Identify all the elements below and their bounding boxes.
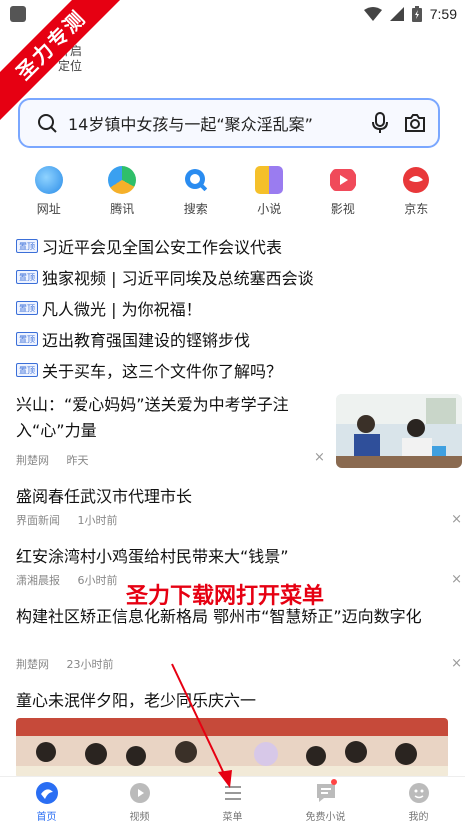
pinned-title: 凡人微光 | 为你祝福！ xyxy=(42,299,202,319)
news-title: 兴山：“爱心妈妈”送关爱为中考学子注入“心”力量 xyxy=(16,395,289,440)
search-icon xyxy=(184,169,209,193)
pinned-tag: 置顶 xyxy=(16,300,38,315)
news-thumbnail xyxy=(336,394,462,468)
pinned-tag: 置顶 xyxy=(16,269,38,284)
news-source: 潇湘晨报 xyxy=(16,574,60,587)
pinned-news-item[interactable]: 置顶 关于买车，这三个文件你了解吗？ xyxy=(16,354,456,385)
pinned-title: 迈出教育强国建设的铿锵步伐 xyxy=(42,330,251,350)
microphone-icon[interactable] xyxy=(370,112,390,134)
news-time: 昨天 xyxy=(66,454,89,467)
tab-home[interactable]: 首页 xyxy=(12,781,82,823)
pinned-title: 独家视频 | 习近平同埃及总统塞西会谈 xyxy=(42,268,314,288)
pinned-news-item[interactable]: 置顶 凡人微光 | 为你祝福！ xyxy=(16,292,456,323)
tab-label: 菜单 xyxy=(222,812,243,823)
news-meta: 荆楚网 昨天 xyxy=(16,452,103,468)
quick-nav-label: 京东 xyxy=(404,202,429,216)
news-time: 1小时前 xyxy=(77,514,118,527)
news-source: 荆楚网 xyxy=(16,454,49,467)
news-time: 23小时前 xyxy=(66,658,114,671)
tab-profile[interactable]: 我的 xyxy=(384,781,454,823)
tab-label: 视频 xyxy=(129,812,150,823)
annotation-arrow-icon xyxy=(171,663,232,788)
tab-label: 首页 xyxy=(36,812,57,823)
quick-nav-item-search[interactable]: 搜索 xyxy=(166,166,226,220)
pinned-news-item[interactable]: 置顶 独家视频 | 习近平同埃及总统塞西会谈 xyxy=(16,261,456,292)
quick-nav-item-url[interactable]: 网址 xyxy=(19,166,79,220)
news-time: 6小时前 xyxy=(77,574,118,587)
pinned-news-item[interactable]: 置顶 习近平会见全国公安工作会议代表 xyxy=(16,230,456,261)
news-meta: 潇湘晨报 6小时前 xyxy=(16,572,132,588)
quick-nav-item-video[interactable]: 影视 xyxy=(313,166,373,220)
dismiss-icon[interactable]: × xyxy=(451,656,462,671)
pinned-tag: 置顶 xyxy=(16,238,38,253)
camera-icon[interactable] xyxy=(404,113,426,133)
pinned-title: 关于买车，这三个文件你了解吗？ xyxy=(42,361,283,381)
play-icon xyxy=(329,169,356,191)
play-circle-icon xyxy=(129,783,150,803)
quick-nav-label: 影视 xyxy=(330,202,355,216)
home-bird-icon xyxy=(35,782,58,804)
pinned-title: 习近平会见全国公安工作会议代表 xyxy=(42,237,283,257)
dismiss-icon[interactable]: × xyxy=(451,572,462,587)
clock: 7:59 xyxy=(429,6,457,22)
tab-label: 我的 xyxy=(408,812,429,823)
quick-nav-label: 网址 xyxy=(36,202,61,216)
quick-nav-item-jd[interactable]: 京东 xyxy=(386,166,446,220)
quick-nav: 网址 腾讯 搜索 小说 影视 京东 xyxy=(0,166,465,220)
dismiss-icon[interactable]: × xyxy=(314,450,325,465)
profile-face-icon xyxy=(408,783,429,803)
news-title: 红安涂湾村小鸡蛋给村民带来大“钱景” xyxy=(16,547,289,566)
pinned-tag: 置顶 xyxy=(16,331,38,346)
notification-dot xyxy=(330,779,337,785)
tab-free-novel[interactable]: 免费小说 xyxy=(291,779,361,823)
book-icon xyxy=(255,166,284,194)
quick-nav-item-novel[interactable]: 小说 xyxy=(239,166,299,220)
quick-nav-label: 搜索 xyxy=(183,202,208,216)
news-title: 盛阅春任武汉市代理市长 xyxy=(16,487,193,506)
news-source: 界面新闻 xyxy=(16,514,60,527)
pinned-news-list: 置顶 习近平会见全国公安工作会议代表 置顶 独家视频 | 习近平同埃及总统塞西会… xyxy=(16,230,456,385)
watermark-ribbon-text: 圣力专测 xyxy=(0,0,120,120)
signal-icon xyxy=(389,7,404,21)
quick-nav-label: 小说 xyxy=(257,202,282,216)
pinned-tag: 置顶 xyxy=(16,362,38,377)
news-source: 荆楚网 xyxy=(16,658,49,671)
news-card[interactable]: 盛阅春任武汉市代理市长 界面新闻 1小时前 × xyxy=(16,484,462,528)
news-card[interactable]: 兴山：“爱心妈妈”送关爱为中考学子注入“心”力量 荆楚网 昨天 × xyxy=(16,390,462,472)
news-meta: 荆楚网 23小时前 xyxy=(16,656,128,672)
bird-icon xyxy=(34,166,63,194)
news-meta: 界面新闻 1小时前 xyxy=(16,512,132,528)
tencent-icon xyxy=(108,166,137,194)
dismiss-icon[interactable]: × xyxy=(451,512,462,527)
battery-icon xyxy=(411,6,422,22)
watermark-ribbon: 圣力专测 xyxy=(0,0,120,120)
quick-nav-item-tencent[interactable]: 腾讯 xyxy=(92,166,152,220)
watermark-overlay-text: 圣力下载网打开菜单 xyxy=(126,584,325,609)
wifi-icon xyxy=(363,7,382,21)
quick-nav-label: 腾讯 xyxy=(110,202,135,216)
pinned-news-item[interactable]: 置顶 迈出教育强国建设的铿锵步伐 xyxy=(16,323,456,354)
tab-label: 免费小说 xyxy=(305,812,346,823)
jd-icon xyxy=(403,167,430,193)
